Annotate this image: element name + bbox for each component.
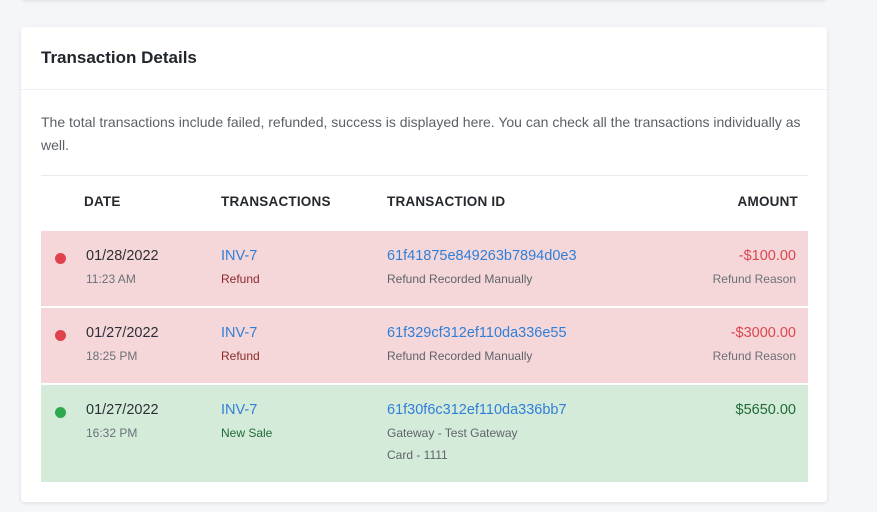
row-date: 01/27/2022	[86, 325, 159, 341]
table-row: 01/27/2022 16:32 PM INV-7 New Sale 61f30…	[41, 383, 808, 482]
transaction-detail-card: Card - 1111	[387, 448, 448, 462]
card-header: Transaction Details	[21, 27, 827, 90]
row-time: 18:25 PM	[86, 349, 138, 363]
transaction-id-link[interactable]: 61f30f6c312ef110da336bb7	[387, 401, 567, 419]
refund-status-dot-icon	[55, 330, 66, 341]
transaction-amount: -$100.00	[738, 248, 796, 264]
header-transaction-id: TRANSACTION ID	[387, 194, 506, 209]
transaction-id-link[interactable]: 61f41875e849263b7894d0e3	[387, 247, 577, 265]
card-description: The total transactions include failed, r…	[41, 114, 801, 153]
transaction-type: Refund	[221, 349, 260, 363]
success-status-dot-icon	[55, 407, 66, 418]
header-transactions: TRANSACTIONS	[221, 194, 331, 209]
table-header: DATE TRANSACTIONS TRANSACTION ID AMOUNT	[41, 175, 808, 229]
invoice-link[interactable]: INV-7	[221, 247, 260, 265]
header-date: DATE	[84, 194, 121, 209]
invoice-link[interactable]: INV-7	[221, 401, 272, 419]
transaction-amount: $5650.00	[735, 402, 796, 418]
amount-note: Refund Reason	[712, 272, 796, 286]
invoice-link[interactable]: INV-7	[221, 324, 260, 342]
transaction-type: New Sale	[221, 426, 273, 440]
card-title: Transaction Details	[41, 48, 197, 67]
table-row: 01/28/2022 11:23 AM INV-7 Refund 61f4187…	[41, 229, 808, 306]
amount-note: Refund Reason	[712, 349, 796, 363]
header-amount: AMOUNT	[737, 194, 798, 209]
row-time: 11:23 AM	[86, 272, 136, 286]
transaction-detail: Gateway - Test Gateway	[387, 426, 518, 440]
transactions-table: DATE TRANSACTIONS TRANSACTION ID AMOUNT …	[41, 175, 808, 482]
table-row: 01/27/2022 18:25 PM INV-7 Refund 61f329c…	[41, 306, 808, 383]
transaction-detail: Refund Recorded Manually	[387, 272, 533, 286]
row-date: 01/27/2022	[86, 402, 159, 418]
row-time: 16:32 PM	[86, 426, 138, 440]
transaction-type: Refund	[221, 272, 260, 286]
transaction-id-link[interactable]: 61f329cf312ef110da336e55	[387, 324, 567, 342]
transaction-details-card: Transaction Details The total transactio…	[21, 27, 827, 502]
row-date: 01/28/2022	[86, 248, 159, 264]
transaction-amount: -$3000.00	[730, 325, 796, 341]
transaction-detail: Refund Recorded Manually	[387, 349, 533, 363]
refund-status-dot-icon	[55, 253, 66, 264]
